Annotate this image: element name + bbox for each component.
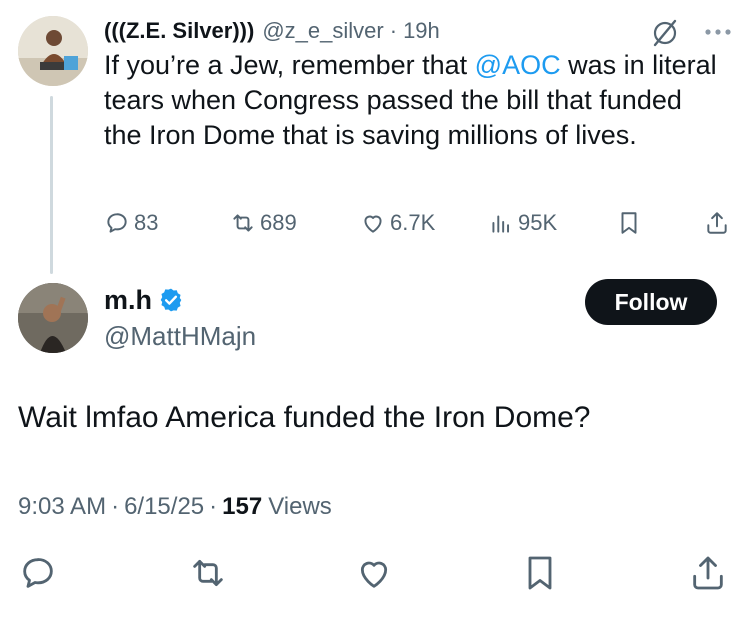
views-action[interactable]: 95K: [488, 208, 557, 238]
heart-icon: [364, 215, 382, 233]
reply-handle[interactable]: @MattHMajn: [104, 319, 256, 353]
reply-icon: [23, 558, 53, 588]
repost-action[interactable]: 689: [230, 208, 297, 238]
reply-icon: [107, 213, 127, 233]
bookmark-action[interactable]: [616, 208, 646, 238]
parent-handle[interactable]: @z_e_silver: [262, 18, 383, 44]
bookmark-icon: [621, 212, 637, 234]
bookmark-button[interactable]: [520, 553, 560, 593]
parent-display-name[interactable]: (((Z.E. Silver))): [104, 18, 254, 44]
share-button[interactable]: [688, 553, 728, 593]
repost-icon: [233, 214, 253, 232]
reply-avatar[interactable]: [18, 283, 88, 353]
like-count: 6.7K: [390, 210, 436, 235]
reply-button[interactable]: [18, 553, 58, 593]
reply-count: 83: [134, 210, 159, 235]
share-action[interactable]: [704, 208, 734, 238]
views-label: Views: [268, 493, 332, 520]
avatar-image: [18, 16, 88, 86]
reply-display-name-row: m.h: [104, 283, 184, 317]
reply-display-name[interactable]: m.h: [104, 285, 152, 316]
like-button[interactable]: [354, 553, 394, 593]
repost-icon: [193, 559, 223, 587]
share-icon: [707, 212, 727, 234]
separator-dot: ·: [209, 493, 218, 520]
tweet-time[interactable]: 9:03 AM: [18, 493, 106, 521]
separator-dot: ·: [111, 493, 120, 520]
parent-avatar[interactable]: [18, 16, 88, 86]
tweet-date[interactable]: 6/15/25: [124, 493, 204, 521]
bookmark-icon: [528, 556, 552, 590]
follow-button[interactable]: Follow: [585, 279, 717, 325]
reply-action[interactable]: 83: [104, 208, 158, 238]
separator-dot: ·: [389, 18, 398, 43]
grok-icon[interactable]: [650, 18, 680, 48]
mention-link[interactable]: @AOC: [475, 50, 561, 80]
verified-badge-icon[interactable]: [158, 287, 184, 313]
reply-tweet-text: Wait lmfao America funded the Iron Dome?: [18, 401, 591, 434]
views-count[interactable]: 157: [222, 493, 262, 521]
view-count: 95K: [518, 210, 558, 235]
more-options-icon[interactable]: [700, 22, 736, 42]
heart-icon: [360, 561, 388, 588]
parent-tweet-text: If you’re a Jew, remember that @AOC was …: [104, 48, 724, 153]
avatar-image: [18, 283, 88, 353]
repost-button[interactable]: [188, 553, 228, 593]
repost-count: 689: [260, 210, 297, 235]
thread-line: [50, 96, 53, 274]
analytics-icon: [492, 215, 510, 233]
tweet-text-start: If you’re a Jew, remember that: [104, 50, 475, 80]
like-action[interactable]: 6.7K: [360, 208, 435, 238]
parent-header: (((Z.E. Silver))) @z_e_silver · 19h: [104, 16, 440, 46]
share-icon: [693, 556, 723, 590]
tweet-metadata: 9:03 AM · 6/15/25 · 157 Views: [18, 490, 332, 524]
parent-timestamp[interactable]: 19h: [403, 18, 440, 44]
